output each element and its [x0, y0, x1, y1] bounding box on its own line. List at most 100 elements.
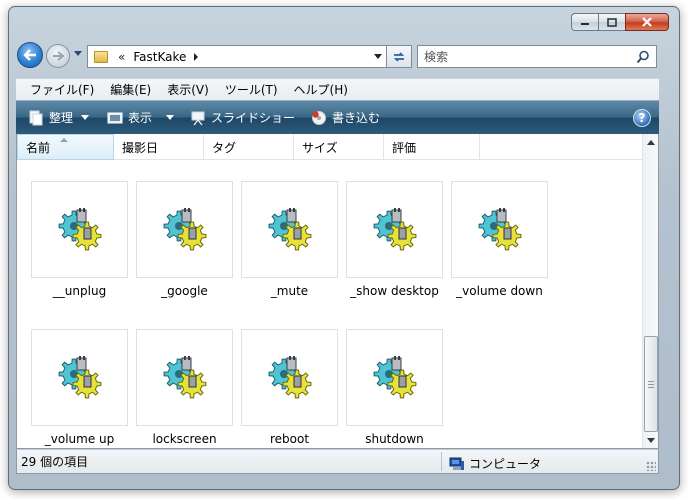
burn-label: 書き込む [332, 111, 381, 125]
forward-button[interactable] [46, 44, 70, 68]
search-box[interactable] [417, 45, 657, 68]
file-thumbnail [136, 329, 233, 426]
slideshow-label: スライドショー [211, 111, 296, 125]
organize-dropdown-icon [81, 115, 90, 120]
search-icon[interactable] [636, 50, 650, 64]
maximize-icon [607, 17, 617, 27]
file-item[interactable]: _google [136, 181, 233, 298]
file-name: shutdown [365, 432, 424, 446]
grip-icon [648, 380, 654, 388]
gears-icon [268, 207, 311, 250]
column-header-date-taken[interactable]: 撮影日 [114, 134, 204, 160]
scroll-thumb[interactable] [644, 336, 658, 432]
file-thumbnail [346, 329, 443, 426]
views-label: 表示 [128, 111, 153, 125]
status-bar: 29 個の項目 コンピュータ [16, 449, 659, 474]
file-item[interactable]: shutdown [346, 329, 443, 446]
file-name: reboot [269, 432, 310, 446]
column-headers: 名前 撮影日 タグ サイズ 評価 [17, 134, 644, 160]
file-item[interactable]: _volume up [31, 329, 128, 446]
scroll-up-button[interactable] [643, 134, 658, 151]
refresh-icon [393, 51, 405, 62]
command-bar: 整理 表示 スライドショー 書き込む ? [16, 100, 659, 134]
breadcrumb-current[interactable]: FastKake [133, 50, 186, 64]
file-thumbnail [346, 181, 443, 278]
gears-icon [163, 207, 206, 250]
menu-view[interactable]: 表示(V) [159, 81, 217, 98]
file-name: _show desktop [350, 284, 439, 298]
file-name: _google [161, 284, 208, 298]
file-thumbnail [241, 181, 338, 278]
search-input[interactable] [424, 49, 624, 64]
gears-icon [58, 355, 101, 398]
menu-help[interactable]: ヘルプ(H) [286, 81, 356, 98]
organize-button[interactable]: 整理 [16, 101, 95, 134]
file-item[interactable]: reboot [241, 329, 338, 446]
refresh-button[interactable] [387, 45, 412, 68]
scroll-down-icon [647, 438, 655, 443]
slideshow-icon [191, 111, 205, 125]
column-size-label: サイズ [302, 140, 338, 155]
file-name: _volume up [44, 432, 115, 446]
column-name-label: 名前 [26, 140, 51, 155]
menu-bar: ファイル(F) 編集(E) 表示(V) ツール(T) ヘルプ(H) [16, 78, 659, 100]
gears-icon [373, 207, 416, 250]
column-header-rating[interactable]: 評価 [384, 134, 480, 160]
column-header-name[interactable]: 名前 [17, 134, 114, 160]
column-date-label: 撮影日 [122, 140, 159, 155]
organize-icon [29, 110, 43, 125]
column-header-tags[interactable]: タグ [204, 134, 294, 160]
breadcrumb-overflow[interactable]: « [118, 50, 125, 64]
vertical-scrollbar[interactable] [642, 134, 658, 448]
scroll-up-icon [647, 140, 655, 145]
column-rating-label: 評価 [392, 140, 417, 155]
file-item[interactable]: _volume down [451, 181, 548, 298]
minimize-icon [581, 23, 589, 25]
file-item[interactable]: _show desktop [346, 181, 443, 298]
gears-icon [478, 207, 521, 250]
help-button[interactable]: ? [633, 109, 651, 127]
status-divider [441, 452, 442, 471]
file-item[interactable]: __unplug [31, 181, 128, 298]
file-view: 名前 撮影日 タグ サイズ 評価 __unplug _google _mute [16, 134, 659, 449]
file-thumbnail [136, 181, 233, 278]
file-thumbnail [241, 329, 338, 426]
column-tags-label: タグ [212, 140, 237, 155]
arrow-left-icon [23, 49, 36, 61]
slideshow-button[interactable]: スライドショー [184, 101, 301, 134]
caption-buttons [571, 13, 669, 31]
menu-tools[interactable]: ツール(T) [217, 81, 286, 98]
status-location: コンピュータ [449, 455, 541, 472]
views-button[interactable]: 表示 [101, 101, 180, 134]
arrow-right-icon [53, 51, 64, 61]
gears-icon [268, 355, 311, 398]
file-thumbnail [451, 181, 548, 278]
file-name: _mute [270, 284, 309, 298]
close-button[interactable] [625, 13, 669, 31]
file-item[interactable]: _mute [241, 181, 338, 298]
burn-button[interactable]: 書き込む [305, 101, 386, 134]
menu-file[interactable]: ファイル(F) [16, 81, 102, 98]
breadcrumb-chevron-icon[interactable] [194, 52, 199, 61]
organize-label: 整理 [49, 111, 74, 125]
computer-icon [449, 457, 464, 470]
minimize-button[interactable] [571, 13, 598, 31]
scroll-down-button[interactable] [643, 432, 658, 448]
folder-icon [94, 50, 108, 63]
views-icon [107, 112, 123, 123]
maximize-button[interactable] [598, 13, 625, 31]
location-label: コンピュータ [469, 457, 542, 471]
recent-pages-dropdown[interactable] [74, 51, 82, 56]
resize-grip[interactable] [646, 461, 656, 471]
back-button[interactable] [17, 42, 43, 68]
gears-icon [163, 355, 206, 398]
gears-icon [58, 207, 101, 250]
address-dropdown-icon[interactable] [374, 54, 382, 59]
file-item[interactable]: lockscreen [136, 329, 233, 446]
column-header-size[interactable]: サイズ [294, 134, 384, 160]
address-bar[interactable]: « FastKake [87, 45, 387, 68]
item-count: 29 個の項目 [21, 455, 89, 469]
file-name: __unplug [52, 284, 107, 298]
gears-icon [373, 355, 416, 398]
menu-edit[interactable]: 編集(E) [102, 81, 159, 98]
